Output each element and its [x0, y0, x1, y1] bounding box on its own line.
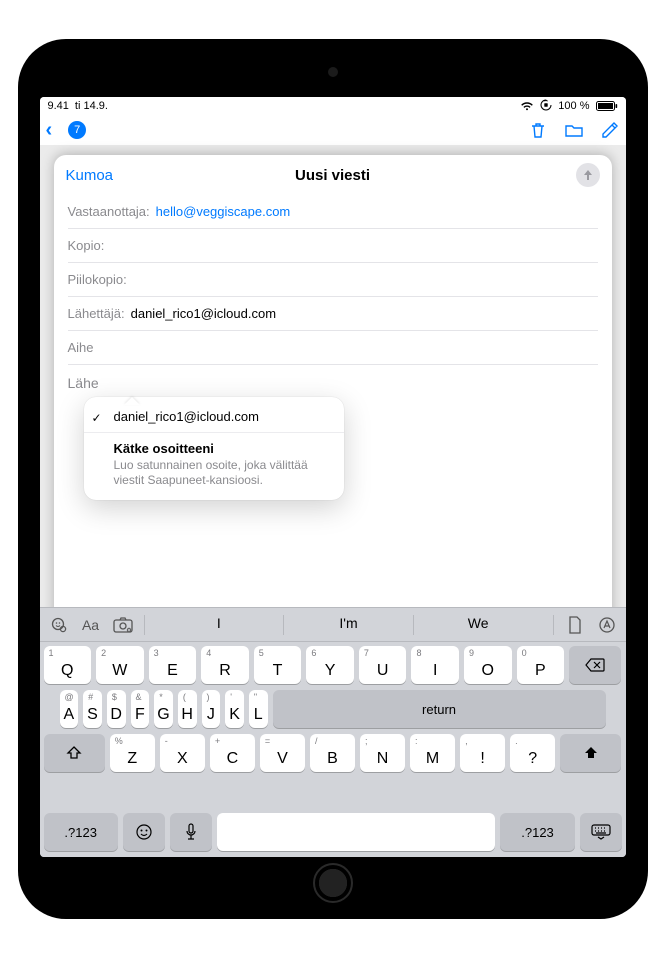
compose-title: Uusi viesti [295, 167, 370, 184]
hide-email-subtitle: Luo satunnainen osoite, joka välittää vi… [114, 458, 330, 488]
cancel-button[interactable]: Kumoa [66, 167, 114, 184]
key-s[interactable]: #S [83, 690, 102, 728]
keyboard-suggestions: I I'm We [155, 615, 543, 635]
key-n[interactable]: ;N [360, 734, 405, 772]
key-![interactable]: ,! [460, 734, 505, 772]
key-u[interactable]: 7U [359, 646, 407, 684]
emoji-key[interactable] [123, 813, 165, 851]
key-m[interactable]: :M [410, 734, 455, 772]
key-l[interactable]: "L [249, 690, 268, 728]
shift-key[interactable] [44, 734, 105, 772]
suggestion-1[interactable]: I [155, 615, 284, 635]
numbers-key[interactable]: .?123 [44, 813, 118, 851]
key-i[interactable]: 8I [411, 646, 459, 684]
key-d[interactable]: $D [107, 690, 126, 728]
body-text: Lähe [68, 375, 99, 391]
key-h[interactable]: (H [178, 690, 197, 728]
popover-item-hide-my-email[interactable]: Kätke osoitteeni Luo satunnainen osoite,… [84, 433, 344, 496]
back-button[interactable]: ‹ [46, 119, 53, 142]
checkmark-icon: ✓ [92, 411, 102, 425]
key-e[interactable]: 3E [149, 646, 197, 684]
suggestion-2[interactable]: I'm [284, 615, 413, 635]
key-o[interactable]: 9O [464, 646, 512, 684]
markup-icon[interactable] [596, 614, 618, 636]
orientation-lock-icon [540, 99, 552, 114]
cc-field[interactable]: Kopio: [68, 229, 598, 263]
key-p[interactable]: 0P [517, 646, 565, 684]
status-time: 9.41 [48, 100, 69, 112]
to-field[interactable]: Vastaanottaja: hello@veggiscape.com [68, 195, 598, 229]
bcc-label: Piilokopio: [68, 272, 127, 287]
key-v[interactable]: =V [260, 734, 305, 772]
to-value[interactable]: hello@veggiscape.com [156, 204, 291, 219]
hide-email-title: Kätke osoitteeni [114, 441, 330, 456]
scan-document-icon[interactable] [564, 614, 586, 636]
delete-key[interactable] [569, 646, 621, 684]
send-button[interactable] [576, 163, 600, 187]
key-y[interactable]: 6Y [306, 646, 354, 684]
bcc-field[interactable]: Piilokopio: [68, 263, 598, 297]
from-address-popover: ✓ daniel_rico1@icloud.com Kätke osoittee… [84, 397, 344, 500]
hide-keyboard-key[interactable] [580, 813, 622, 851]
compose-icon[interactable] [600, 120, 620, 140]
shift-key-right[interactable] [560, 734, 621, 772]
text-format-icon[interactable]: Aa [80, 614, 102, 636]
key-f[interactable]: &F [131, 690, 150, 728]
to-label: Vastaanottaja: [68, 204, 150, 219]
key-q[interactable]: 1Q [44, 646, 92, 684]
battery-icon [596, 101, 618, 111]
subject-label: Aihe [68, 340, 94, 355]
key-g[interactable]: *G [154, 690, 173, 728]
key-t[interactable]: 5T [254, 646, 302, 684]
folder-icon[interactable] [564, 120, 584, 140]
numbers-key-right[interactable]: .?123 [500, 813, 574, 851]
key-j[interactable]: )J [202, 690, 221, 728]
from-value[interactable]: daniel_rico1@icloud.com [131, 306, 276, 321]
popover-item-current-address[interactable]: ✓ daniel_rico1@icloud.com [84, 401, 344, 432]
from-field[interactable]: Lähettäjä: daniel_rico1@icloud.com [68, 297, 598, 331]
camera-icon[interactable] [112, 614, 134, 636]
wifi-icon [520, 101, 534, 111]
front-camera [328, 67, 338, 77]
key-k[interactable]: 'K [225, 690, 244, 728]
key-c[interactable]: +C [210, 734, 255, 772]
key-w[interactable]: 2W [96, 646, 144, 684]
key-r[interactable]: 4R [201, 646, 249, 684]
mail-navbar: ‹ 7 [40, 115, 626, 145]
return-key[interactable]: return [273, 690, 606, 728]
space-key[interactable] [217, 813, 496, 851]
key-b[interactable]: /B [310, 734, 355, 772]
suggestion-3[interactable]: We [414, 615, 543, 635]
key-?[interactable]: .? [510, 734, 555, 772]
trash-icon[interactable] [528, 120, 548, 140]
battery-percent: 100 % [558, 100, 589, 112]
key-x[interactable]: -X [160, 734, 205, 772]
unread-badge: 7 [68, 121, 86, 139]
cc-label: Kopio: [68, 238, 105, 253]
emoji-search-icon[interactable] [48, 614, 70, 636]
dictation-key[interactable] [170, 813, 212, 851]
status-date: ti 14.9. [75, 100, 108, 112]
popover-selected-address: daniel_rico1@icloud.com [114, 409, 259, 424]
onscreen-keyboard: Aa I I'm We [40, 607, 626, 857]
status-bar: 9.41 ti 14.9. 100 % [40, 97, 626, 115]
home-button[interactable] [313, 863, 353, 903]
key-z[interactable]: %Z [110, 734, 155, 772]
subject-field[interactable]: Aihe [68, 331, 598, 365]
from-label: Lähettäjä: [68, 306, 125, 321]
key-a[interactable]: @A [60, 690, 79, 728]
